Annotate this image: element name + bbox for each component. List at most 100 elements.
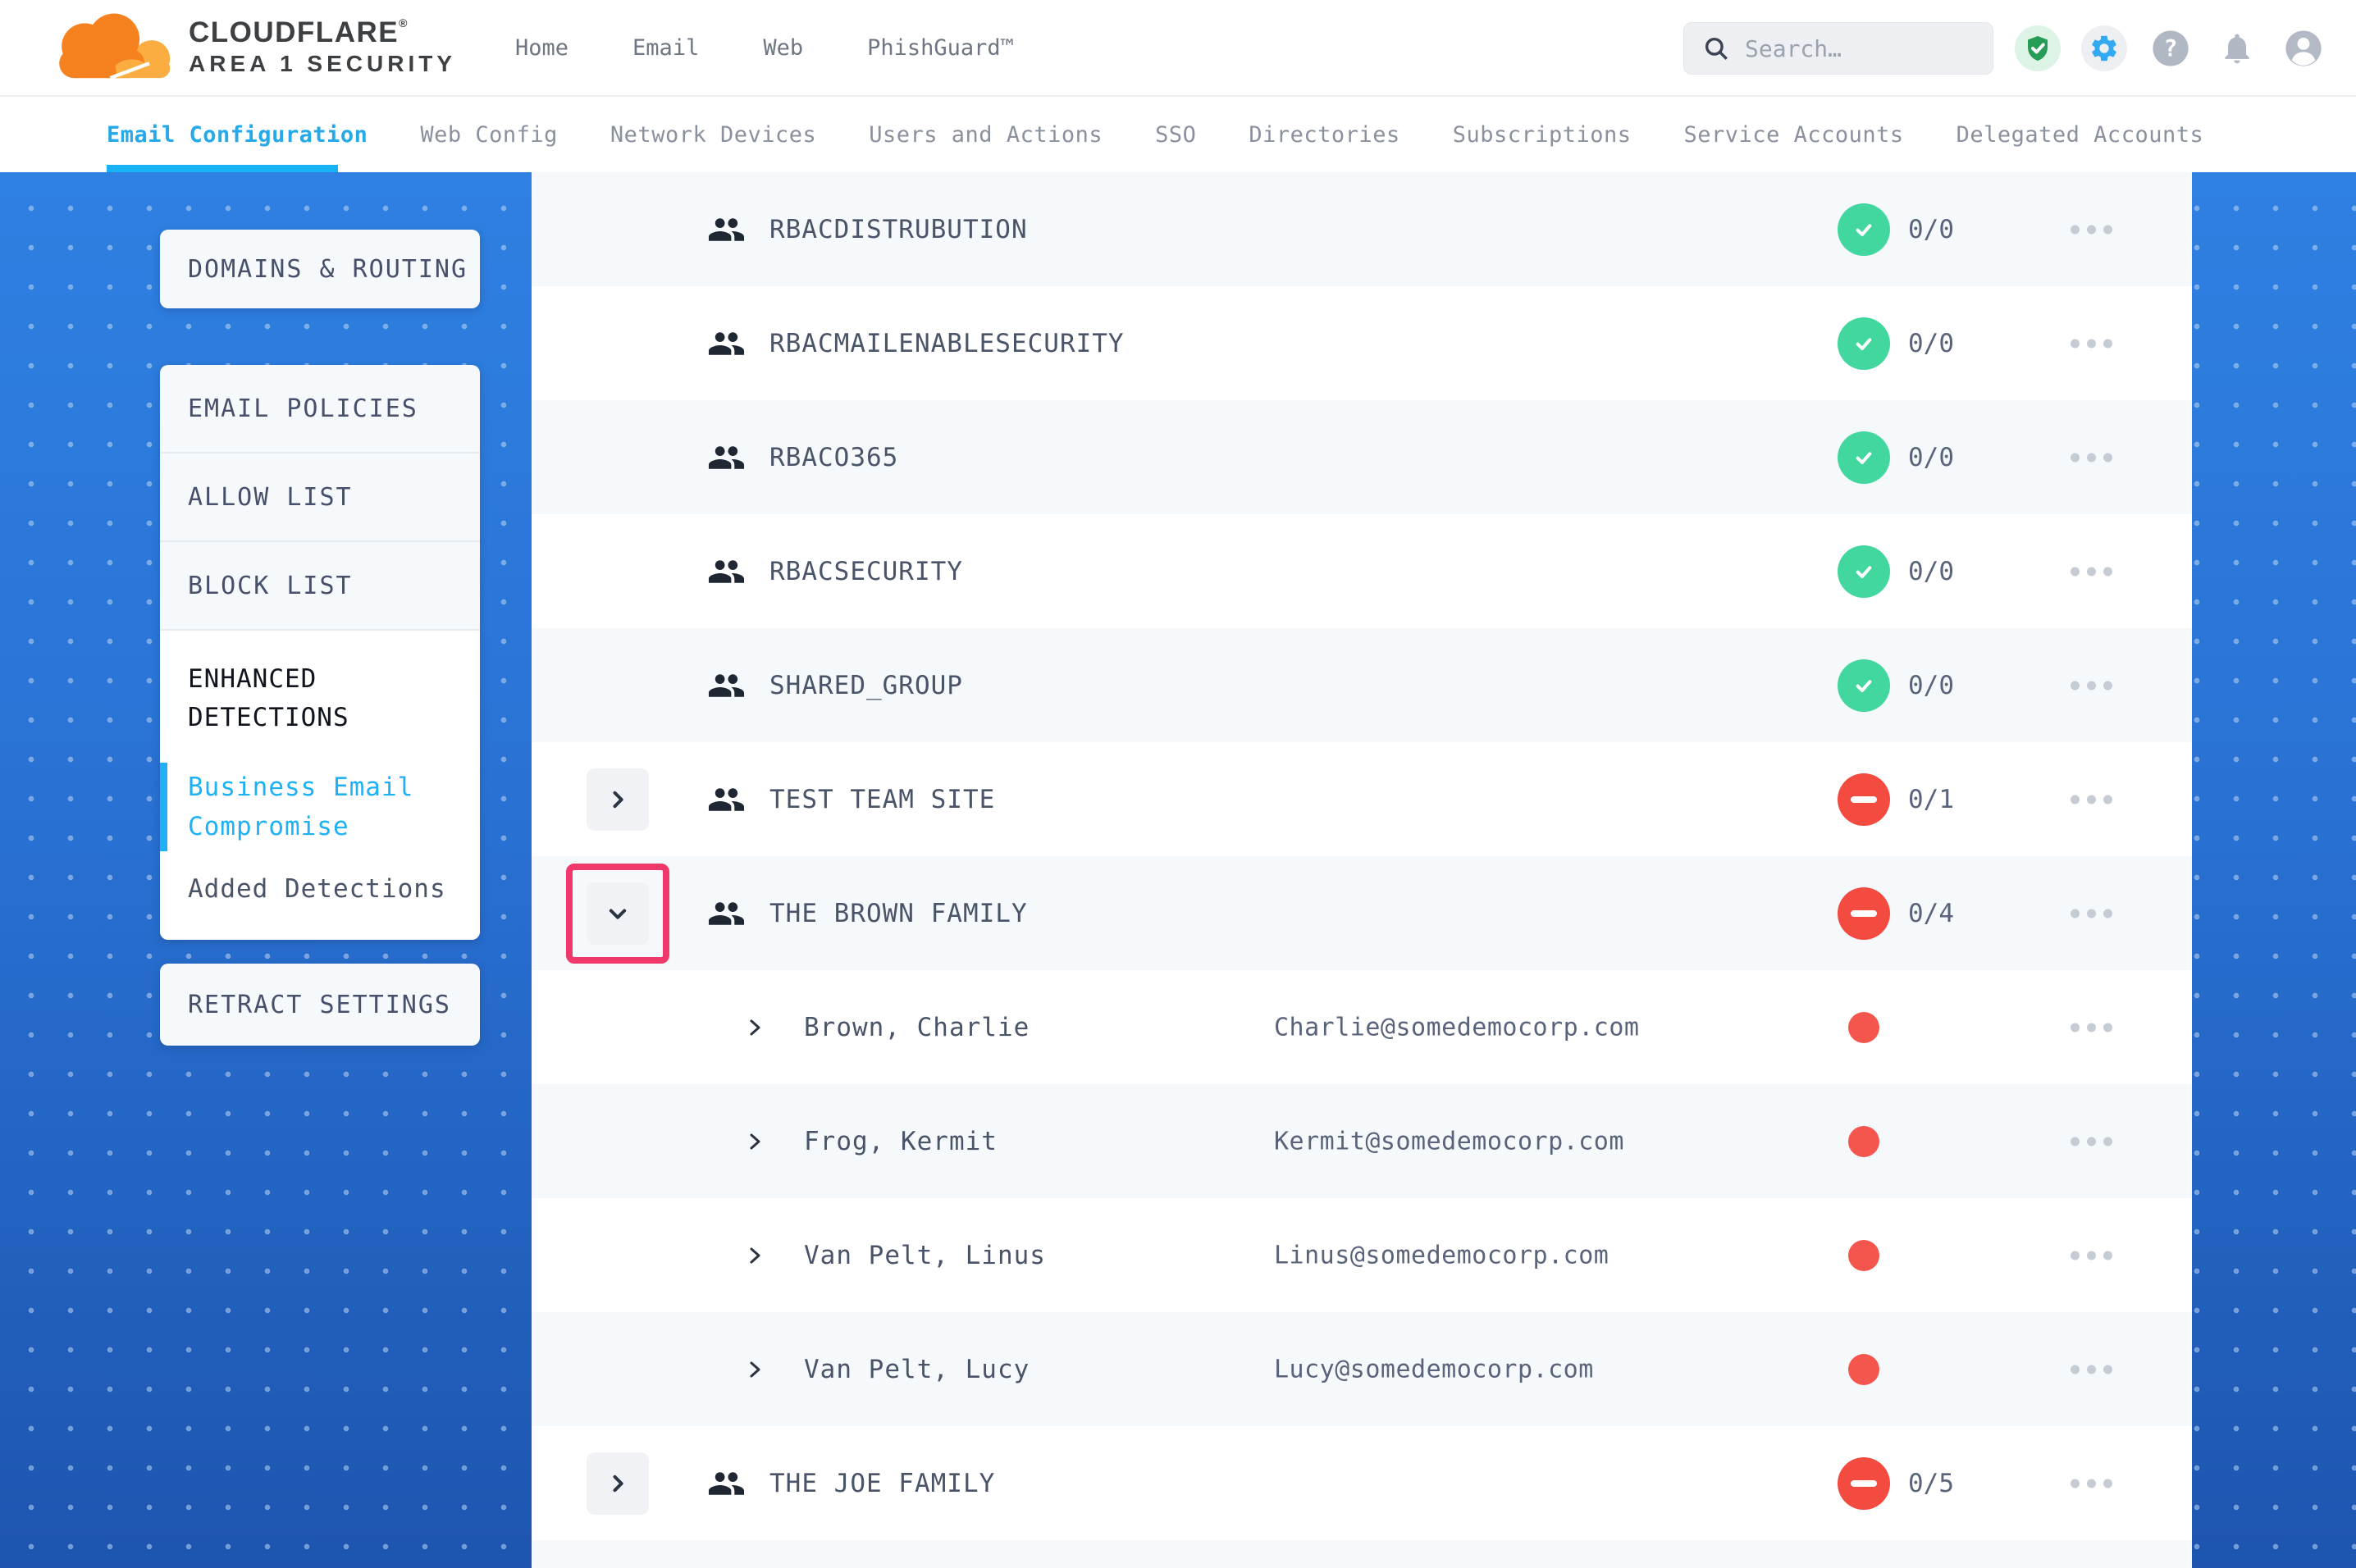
chevron-right-icon[interactable] xyxy=(745,1360,765,1379)
enhanced-detections-section: ENHANCED DETECTIONS Business Email Compr… xyxy=(160,631,480,940)
row-actions-menu[interactable] xyxy=(2071,225,2112,234)
alert-dot-icon xyxy=(1848,1012,1879,1043)
check-circle-icon xyxy=(1838,545,1890,598)
enhanced-detections-title: ENHANCED DETECTIONS xyxy=(188,660,452,736)
status-badge: 0/0 xyxy=(1838,431,1954,484)
group-people-icon xyxy=(707,324,746,362)
nav-phishguard[interactable]: PhishGuard™ xyxy=(867,35,1014,61)
sidebar-item-retract-settings[interactable]: RETRACT SETTINGS xyxy=(160,964,480,1046)
table-row-member: Van Pelt, Lucy Lucy@somedemocorp.com xyxy=(532,1312,2192,1426)
tab-directories[interactable]: Directories xyxy=(1249,122,1399,148)
help-icon[interactable]: ? xyxy=(2148,25,2194,71)
check-circle-icon xyxy=(1838,317,1890,370)
status-badge xyxy=(1838,1126,1879,1157)
tab-delegated-accounts[interactable]: Delegated Accounts xyxy=(1956,122,2204,148)
table-row: SHARED_GROUP 0/0 xyxy=(532,628,2192,742)
group-name: RBACMAILENABLESECURITY xyxy=(769,329,1125,358)
chevron-right-icon xyxy=(606,1472,629,1495)
member-name: Frog, Kermit xyxy=(804,1127,998,1156)
minus-circle-icon xyxy=(1838,887,1890,940)
member-name: Brown, Charlie xyxy=(804,1013,1030,1042)
search-box[interactable] xyxy=(1683,22,1993,75)
brand-line1: CLOUDFLARE xyxy=(189,16,399,48)
table-row-partial xyxy=(532,1540,2192,1568)
alert-dot-icon xyxy=(1848,1126,1879,1157)
sidebar-item-added-detections[interactable]: Added Detections xyxy=(188,874,452,904)
sidebar-item-email-policies[interactable]: EMAIL POLICIES xyxy=(160,365,480,454)
member-count: 0/1 xyxy=(1908,785,1954,814)
cloudflare-logo: CLOUDFLARE® AREA 1 SECURITY xyxy=(43,10,456,85)
nav-home[interactable]: Home xyxy=(515,35,568,61)
chevron-down-icon xyxy=(606,902,629,925)
table-row-member: Van Pelt, Linus Linus@somedemocorp.com xyxy=(532,1198,2192,1312)
row-actions-menu[interactable] xyxy=(2071,1365,2112,1374)
registered-mark: ® xyxy=(399,16,409,30)
table-row: RBACO365 0/0 xyxy=(532,400,2192,514)
table-row: THE JOE FAMILY 0/5 xyxy=(532,1426,2192,1540)
tab-subscriptions[interactable]: Subscriptions xyxy=(1453,122,1632,148)
search-input[interactable] xyxy=(1745,35,1975,62)
account-icon[interactable] xyxy=(2281,25,2326,71)
sidebar-label: RETRACT SETTINGS xyxy=(188,991,451,1019)
row-actions-menu[interactable] xyxy=(2071,567,2112,576)
collapse-row-button[interactable] xyxy=(587,882,649,945)
group-people-icon xyxy=(707,438,746,476)
tab-service-accounts[interactable]: Service Accounts xyxy=(1684,122,1904,148)
notifications-bell-icon[interactable] xyxy=(2214,25,2260,71)
group-name: RBACSECURITY xyxy=(769,557,963,586)
chevron-right-icon[interactable] xyxy=(745,1246,765,1265)
row-actions-menu[interactable] xyxy=(2071,1251,2112,1260)
row-actions-menu[interactable] xyxy=(2071,1479,2112,1488)
sidebar-item-business-email-compromise[interactable]: Business Email Compromise xyxy=(188,768,452,846)
security-shield-icon[interactable] xyxy=(2015,25,2061,71)
sidebar-item-domains-routing[interactable]: DOMAINS & ROUTING xyxy=(160,230,480,308)
chevron-right-icon[interactable] xyxy=(745,1018,765,1037)
row-actions-menu[interactable] xyxy=(2071,681,2112,690)
tab-users-and-actions[interactable]: Users and Actions xyxy=(869,122,1103,148)
row-actions-menu[interactable] xyxy=(2071,795,2112,804)
row-actions-menu[interactable] xyxy=(2071,453,2112,462)
brand-text: CLOUDFLARE® AREA 1 SECURITY xyxy=(189,17,456,78)
nav-email[interactable]: Email xyxy=(632,35,699,61)
status-badge xyxy=(1838,1354,1879,1385)
tab-web-config[interactable]: Web Config xyxy=(420,122,558,148)
sidebar-label: BLOCK LIST xyxy=(188,572,353,600)
row-actions-menu[interactable] xyxy=(2071,1137,2112,1146)
group-name: RBACDISTRUBUTION xyxy=(769,215,1028,244)
check-circle-icon xyxy=(1838,431,1890,484)
check-circle-icon xyxy=(1838,203,1890,256)
group-people-icon xyxy=(707,894,746,932)
group-name: TEST TEAM SITE xyxy=(769,785,995,814)
table-row-member: Frog, Kermit Kermit@somedemocorp.com xyxy=(532,1084,2192,1198)
sidebar-item-block-list[interactable]: BLOCK LIST xyxy=(160,542,480,631)
tab-email-configuration[interactable]: Email Configuration xyxy=(107,122,368,148)
status-badge: 0/0 xyxy=(1838,317,1954,370)
expand-row-button[interactable] xyxy=(587,768,649,831)
cloudflare-cloud-icon xyxy=(43,10,180,85)
sidebar-item-allow-list[interactable]: ALLOW LIST xyxy=(160,454,480,542)
member-name: Van Pelt, Linus xyxy=(804,1241,1046,1270)
chevron-right-icon[interactable] xyxy=(745,1132,765,1151)
settings-gear-icon[interactable] xyxy=(2081,25,2127,71)
group-name: THE BROWN FAMILY xyxy=(769,899,1028,928)
table-row: RBACSECURITY 0/0 xyxy=(532,514,2192,628)
active-tab-underline xyxy=(107,165,338,172)
row-actions-menu[interactable] xyxy=(2071,339,2112,348)
group-name: SHARED_GROUP xyxy=(769,671,963,700)
nav-web[interactable]: Web xyxy=(763,35,803,61)
check-circle-icon xyxy=(1838,659,1890,712)
search-icon xyxy=(1702,34,1730,62)
tab-network-devices[interactable]: Network Devices xyxy=(610,122,816,148)
status-badge xyxy=(1838,1012,1879,1043)
table-row: TEST TEAM SITE 0/1 xyxy=(532,742,2192,856)
tab-sso[interactable]: SSO xyxy=(1155,122,1196,148)
status-badge xyxy=(1838,1240,1879,1271)
member-email: Lucy@somedemocorp.com xyxy=(1274,1355,1594,1383)
member-count: 0/0 xyxy=(1908,329,1954,358)
row-actions-menu[interactable] xyxy=(2071,909,2112,918)
brand-line2: AREA 1 SECURITY xyxy=(189,49,456,78)
expand-row-button[interactable] xyxy=(587,1452,649,1515)
row-actions-menu[interactable] xyxy=(2071,1023,2112,1032)
status-badge: 0/4 xyxy=(1838,887,1954,940)
group-people-icon xyxy=(707,780,746,818)
